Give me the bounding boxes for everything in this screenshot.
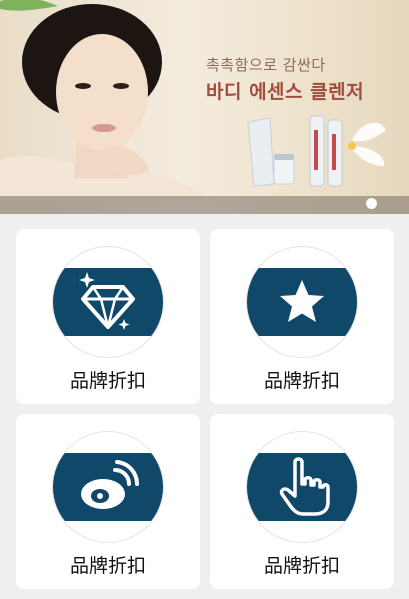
star-badge [247, 247, 357, 357]
weibo-icon [81, 460, 140, 509]
card-label: 品牌折扣 [263, 555, 340, 577]
diamond-icon [79, 272, 135, 330]
diamond-badge [53, 247, 163, 357]
category-card-1[interactable]: 品牌折扣 [16, 229, 200, 404]
category-card-3[interactable]: 品牌折扣 [16, 414, 200, 589]
star-icon [280, 280, 324, 322]
weibo-badge [53, 432, 163, 542]
promo-banner[interactable]: 촉촉함으로 감싼다 바디 에센스 클렌저 [0, 0, 409, 214]
card-label: 品牌折扣 [263, 370, 340, 392]
banner-headline-line2: 바디 에센스 클렌저 [206, 81, 365, 103]
category-card-4[interactable]: 品牌折扣 [210, 414, 394, 589]
card-label: 品牌折扣 [69, 370, 146, 392]
product-bottles-image [247, 115, 386, 187]
banner-headline-line1: 촉촉함으로 감싼다 [206, 56, 326, 74]
banner-headline: 촉촉함으로 감싼다 바디 에센스 클렌저 [206, 54, 364, 104]
card-label: 品牌折扣 [69, 555, 146, 577]
hand-pointer-icon [279, 457, 330, 516]
carousel-dot-active[interactable] [366, 198, 377, 209]
model-portrait-image [0, 4, 210, 200]
banner-indicator-bar [0, 196, 409, 214]
hand-pointer-badge [247, 432, 357, 542]
category-card-2[interactable]: 品牌折扣 [210, 229, 394, 404]
